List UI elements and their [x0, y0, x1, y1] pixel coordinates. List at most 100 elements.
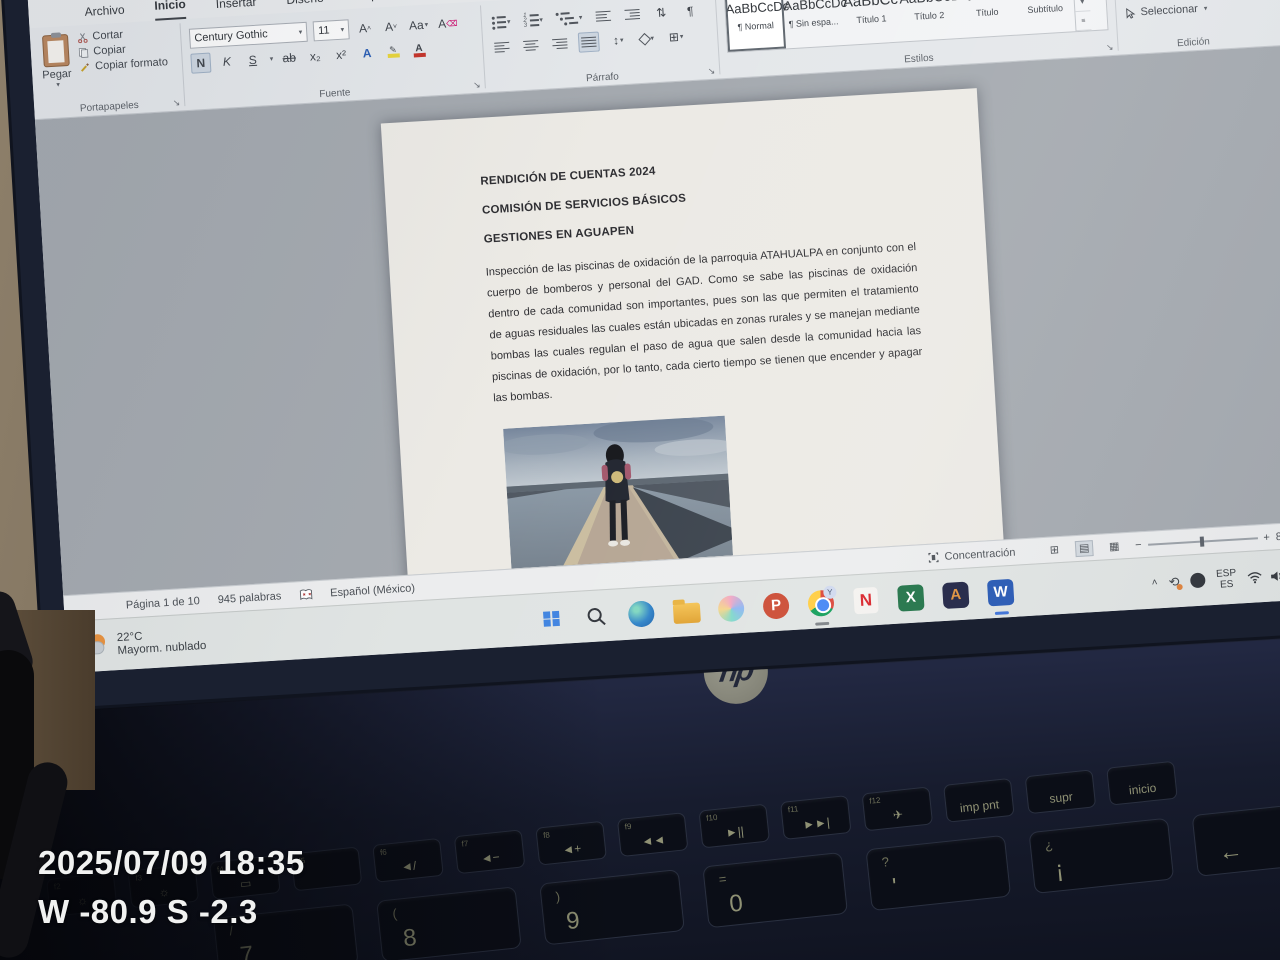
word-count[interactable]: 945 palabras — [217, 590, 281, 606]
excel-button[interactable]: X — [894, 581, 928, 615]
paragraph-dialog-launcher[interactable]: ↘ — [707, 66, 715, 77]
font-group: Century Gothic▾ 11▾ A˄ A˅ Aa▾ A⌫ N K S ▾… — [180, 1, 485, 110]
italic-button[interactable]: K — [216, 51, 237, 72]
zoom-percent[interactable]: 84% — [1275, 529, 1280, 542]
taskbar-search-button[interactable] — [579, 599, 613, 633]
speaker-icon[interactable] — [1270, 569, 1280, 582]
change-case-button[interactable]: Aa▾ — [406, 14, 430, 35]
tab-inicio[interactable]: Inicio — [154, 0, 187, 21]
tray-circle-icon[interactable] — [1190, 572, 1206, 588]
font-dialog-launcher[interactable]: ↘ — [473, 80, 481, 91]
wifi-icon[interactable] — [1247, 571, 1263, 584]
align-right-button[interactable] — [549, 33, 570, 54]
zoom-slider-thumb[interactable] — [1199, 536, 1204, 546]
bullets-icon — [492, 15, 507, 29]
numbering-icon: 123 — [523, 14, 539, 28]
font-family-combobox[interactable]: Century Gothic▾ — [189, 22, 308, 49]
replace-icon — [1123, 0, 1135, 1]
paste-icon — [42, 34, 70, 67]
proofing-icon — [299, 588, 313, 601]
hidden-icons-button[interactable]: ˄ — [1151, 577, 1157, 588]
powerpoint-button[interactable]: P — [759, 589, 793, 623]
decrease-indent-button[interactable] — [593, 6, 614, 27]
chrome-icon: Y — [807, 589, 834, 616]
zoom-out-button[interactable]: − — [1135, 539, 1142, 551]
language-switcher[interactable]: ESPES — [1216, 567, 1237, 590]
clear-formatting-button[interactable]: A⌫ — [436, 13, 460, 34]
chrome-button[interactable]: Y — [804, 586, 838, 620]
cut-label: Cortar — [92, 29, 123, 43]
widgets-weather-button[interactable]: 22°C Mayorm. nublado — [66, 620, 307, 660]
shading-button[interactable]: ▾ — [637, 28, 658, 49]
line-spacing-button[interactable]: ↕▾ — [608, 30, 629, 51]
style-subtitulo[interactable]: AaBbCcDSubtítulo — [1014, 0, 1075, 35]
edge-button[interactable] — [624, 597, 658, 631]
style-normal[interactable]: AaBbCcDc¶ Normal — [725, 0, 786, 52]
align-left-button[interactable] — [491, 37, 512, 58]
file-explorer-button[interactable] — [669, 594, 703, 628]
scissors-icon — [77, 31, 89, 43]
netflix-icon: N — [853, 586, 878, 613]
sort-button[interactable]: ⇅ — [651, 2, 672, 23]
bullets-button[interactable]: ▾ — [489, 12, 513, 33]
copilot-button[interactable] — [714, 591, 748, 625]
show-marks-button[interactable]: ¶ — [680, 0, 701, 21]
style-sin-espaciado[interactable]: AaBbCcDc¶ Sin espa... — [783, 0, 844, 48]
app-a-icon: A — [942, 581, 969, 608]
format-painter-button[interactable]: Copiar formato — [79, 56, 168, 73]
word-button[interactable]: W — [984, 575, 1018, 609]
grow-font-button[interactable]: A˄ — [355, 18, 376, 39]
select-button[interactable]: Seleccionar▾ — [1124, 0, 1258, 19]
styles-more-button[interactable]: ≡ — [1075, 12, 1091, 32]
clipboard-dialog-launcher[interactable]: ↘ — [172, 97, 180, 108]
style-titulo-1[interactable]: AaBbCcTítulo 1 — [841, 0, 902, 45]
zoom-slider[interactable] — [1148, 537, 1258, 546]
font-size-combobox[interactable]: 11▾ — [313, 19, 350, 41]
shrink-font-button[interactable]: A˅ — [380, 16, 401, 37]
underline-button[interactable]: S — [242, 49, 263, 70]
superscript-button[interactable]: x² — [331, 44, 352, 65]
align-center-button[interactable] — [520, 35, 541, 56]
copy-button[interactable]: Copiar — [78, 41, 167, 58]
subscript-button[interactable]: x₂ — [305, 46, 326, 67]
document-page[interactable]: RENDICIÓN DE CUENTAS 2024 COMISIÓN DE SE… — [381, 88, 1005, 593]
chevron-down-icon: ▾ — [298, 28, 302, 36]
strikethrough-button[interactable]: ab — [279, 47, 300, 68]
web-layout-view-button[interactable]: ▦ — [1105, 538, 1124, 555]
print-layout-view-button[interactable]: ▤ — [1075, 540, 1094, 557]
app-a-button[interactable]: A — [939, 578, 973, 612]
cursor-select-icon — [1124, 7, 1136, 19]
start-button[interactable] — [535, 602, 569, 636]
style-titulo-2[interactable]: AaBbCcDTítulo 2 — [899, 0, 960, 42]
styles-dialog-launcher[interactable]: ↘ — [1106, 42, 1114, 53]
multilevel-list-button[interactable]: ▾ — [553, 7, 585, 29]
read-mode-view-button[interactable]: ⊞ — [1045, 541, 1064, 558]
text-effects-button[interactable]: A — [357, 43, 378, 64]
numbering-button[interactable]: 123▾ — [521, 10, 546, 31]
paste-label: Pegar — [42, 68, 72, 82]
borders-button[interactable]: ⊞▾ — [666, 26, 687, 47]
bold-button[interactable]: N — [190, 53, 211, 74]
proofing-status[interactable] — [299, 588, 313, 601]
netflix-button[interactable]: N — [849, 583, 883, 617]
increase-indent-button[interactable] — [622, 4, 643, 25]
align-left-icon — [494, 41, 510, 53]
language-status[interactable]: Español (México) — [330, 582, 416, 599]
cut-button[interactable]: Cortar — [77, 26, 166, 43]
word-icon: W — [987, 578, 1014, 605]
highlight-color-button[interactable]: ✎ — [382, 41, 403, 62]
styles-scroll-down[interactable]: ▼ — [1074, 0, 1090, 13]
file-explorer-icon — [672, 602, 700, 624]
chrome-profile-badge: Y — [823, 585, 837, 599]
style-titulo[interactable]: AaBTítulo — [956, 0, 1017, 38]
page-indicator[interactable]: Página 1 de 10 — [126, 595, 201, 611]
paste-button[interactable]: Pegar ▾ — [40, 34, 73, 90]
focus-mode-button[interactable]: Concentración — [927, 546, 1015, 563]
justify-button[interactable] — [578, 31, 600, 52]
font-color-button[interactable]: A — [408, 40, 429, 61]
doc-photo-oxidation-ponds[interactable] — [503, 416, 733, 569]
sync-status-icon[interactable]: ⟲ — [1168, 574, 1180, 591]
tab-archivo[interactable]: Archivo — [84, 3, 125, 25]
zoom-in-button[interactable]: + — [1263, 531, 1270, 543]
indent-icon — [624, 9, 640, 21]
